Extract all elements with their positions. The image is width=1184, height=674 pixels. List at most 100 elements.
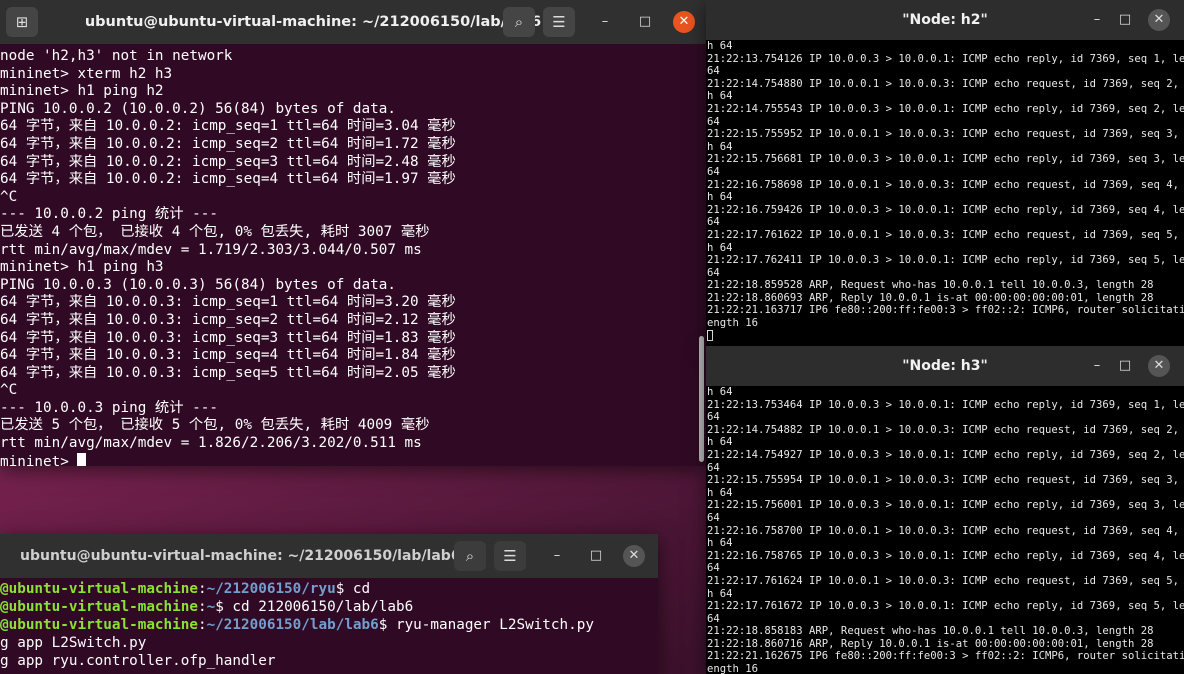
search-icon[interactable]: ⌕ bbox=[503, 7, 535, 37]
terminal-line: --- 10.0.0.3 ping 统计 --- bbox=[0, 399, 218, 416]
window-title: ubuntu@ubuntu-virtual-machine: ~/2120061… bbox=[20, 548, 461, 564]
terminal-line: PING 10.0.0.3 (10.0.0.3) 56(84) bytes of… bbox=[0, 276, 396, 293]
xterm-node-h3-window[interactable]: "Node: h3" – □ ✕ h 64 21:22:13.753464 IP … bbox=[706, 346, 1184, 674]
terminal-line: --- 10.0.0.2 ping 统计 --- bbox=[0, 206, 218, 223]
terminal-line: mininet> xterm h2 h3 bbox=[0, 65, 173, 82]
prompt-command: $ ryu-manager L2Switch.py bbox=[378, 617, 594, 633]
ryu-terminal-window[interactable]: ubuntu@ubuntu-virtual-machine: ~/2120061… bbox=[0, 534, 658, 674]
tcpdump-line: 21:22:16.758700 IP 10.0.0.1 > 10.0.0.3: … bbox=[707, 524, 1184, 537]
prompt-sep: : bbox=[197, 581, 207, 597]
new-tab-icon[interactable]: ⊞ bbox=[6, 7, 38, 37]
tcpdump-line: 21:22:18.859528 ARP, Request who-has 10.… bbox=[707, 279, 1154, 292]
prompt-sep: : bbox=[197, 599, 207, 615]
terminal-prompt-line: mininet> bbox=[0, 452, 706, 466]
tcpdump-line: 21:22:16.759426 IP 10.0.0.3 > 10.0.0.1: … bbox=[707, 203, 1184, 216]
tcpdump-line: h 64 bbox=[707, 386, 733, 398]
terminal-line: ^C bbox=[0, 382, 18, 399]
terminal-output[interactable]: @ubuntu-virtual-machine:~/212006150/ryu$… bbox=[0, 578, 658, 670]
tcpdump-line: 21:22:17.761672 IP 10.0.0.3 > 10.0.0.1: … bbox=[707, 600, 1184, 613]
text-cursor bbox=[707, 329, 713, 341]
terminal-line: g app L2Switch.py bbox=[0, 634, 658, 652]
terminal-line: rtt min/avg/max/mdev = 1.826/2.206/3.202… bbox=[0, 435, 422, 452]
hamburger-menu-icon[interactable]: ☰ bbox=[543, 7, 575, 37]
terminal-output[interactable]: node 'h2,h3' not in network mininet> xter… bbox=[0, 44, 706, 466]
tcpdump-line: 64 bbox=[707, 511, 720, 524]
tcpdump-line: 64 bbox=[707, 216, 720, 229]
minimize-icon[interactable]: – bbox=[1086, 9, 1108, 31]
terminal-line: 64 字节，来自 10.0.0.3: icmp_seq=1 ttl=64 时间=… bbox=[0, 294, 456, 311]
close-icon[interactable]: ✕ bbox=[1148, 355, 1170, 377]
tcpdump-line: h 64 bbox=[707, 486, 733, 499]
terminal-line: 64 字节，来自 10.0.0.3: icmp_seq=5 ttl=64 时间=… bbox=[0, 364, 456, 381]
tcpdump-line: 21:22:15.756001 IP 10.0.0.3 > 10.0.0.1: … bbox=[707, 499, 1184, 512]
maximize-icon[interactable]: □ bbox=[1114, 355, 1136, 377]
window-title: "Node: h3" bbox=[902, 358, 988, 374]
search-icon[interactable]: ⌕ bbox=[454, 541, 486, 571]
tcpdump-output[interactable]: h 64 21:22:13.754126 IP 10.0.0.3 > 10.0.0… bbox=[706, 40, 1184, 342]
window-title: "Node: h2" bbox=[902, 12, 988, 28]
close-icon[interactable]: ✕ bbox=[623, 545, 645, 567]
prompt-path: ~/212006150/lab/lab6 bbox=[206, 617, 379, 633]
tcpdump-line: h 64 bbox=[707, 241, 733, 254]
tcpdump-line: 21:22:14.754882 IP 10.0.0.1 > 10.0.0.3: … bbox=[707, 423, 1184, 436]
tcpdump-line: 21:22:14.754927 IP 10.0.0.3 > 10.0.0.1: … bbox=[707, 448, 1184, 461]
tcpdump-output[interactable]: h 64 21:22:13.753464 IP 10.0.0.3 > 10.0.0… bbox=[706, 386, 1184, 674]
terminal-line: 64 字节，来自 10.0.0.2: icmp_seq=2 ttl=64 时间=… bbox=[0, 135, 456, 152]
tcpdump-line: 64 bbox=[707, 115, 720, 128]
minimize-icon[interactable]: – bbox=[546, 545, 568, 567]
xterm-node-h2-window[interactable]: "Node: h2" – □ ✕ h 64 21:22:13.754126 IP … bbox=[706, 0, 1184, 346]
close-icon[interactable]: ✕ bbox=[673, 11, 695, 33]
prompt-user: @ubuntu-virtual-machine bbox=[0, 599, 198, 615]
tcpdump-line: 21:22:18.860693 ARP, Reply 10.0.0.1 is-a… bbox=[707, 291, 1154, 304]
tcpdump-line: 21:22:13.754126 IP 10.0.0.3 > 10.0.0.1: … bbox=[707, 52, 1184, 65]
tcpdump-line: 21:22:18.860716 ARP, Reply 10.0.0.1 is-a… bbox=[707, 637, 1154, 650]
scrollbar[interactable] bbox=[699, 336, 704, 462]
tcpdump-line: h 64 bbox=[707, 140, 733, 153]
tcpdump-line: 64 bbox=[707, 461, 720, 474]
tcpdump-line: 64 bbox=[707, 65, 720, 78]
tcpdump-line: 21:22:17.762411 IP 10.0.0.3 > 10.0.0.1: … bbox=[707, 254, 1184, 267]
tcpdump-line: h 64 bbox=[707, 537, 733, 550]
xterm-titlebar[interactable]: "Node: h2" – □ ✕ bbox=[706, 0, 1184, 40]
tcpdump-line: 64 bbox=[707, 612, 720, 625]
tcpdump-line: 64 bbox=[707, 165, 720, 178]
terminal-titlebar[interactable]: ⊞ ubuntu@ubuntu-virtual-machine: ~/21200… bbox=[0, 0, 706, 44]
prompt-command: $ cd 212006150/lab/lab6 bbox=[215, 599, 414, 615]
maximize-icon[interactable]: □ bbox=[634, 11, 656, 33]
minimize-icon[interactable]: – bbox=[1086, 355, 1108, 377]
terminal-line: 64 字节，来自 10.0.0.3: icmp_seq=2 ttl=64 时间=… bbox=[0, 311, 456, 328]
tcpdump-line: h 64 bbox=[707, 90, 733, 103]
terminal-titlebar[interactable]: ubuntu@ubuntu-virtual-machine: ~/2120061… bbox=[0, 534, 658, 578]
prompt-path: ~ bbox=[206, 599, 216, 615]
terminal-line: rtt min/avg/max/mdev = 1.719/2.303/3.044… bbox=[0, 241, 422, 258]
terminal-line: node 'h2,h3' not in network bbox=[0, 48, 233, 64]
hamburger-menu-icon[interactable]: ☰ bbox=[494, 541, 526, 571]
terminal-line: 64 字节，来自 10.0.0.2: icmp_seq=4 ttl=64 时间=… bbox=[0, 171, 456, 188]
maximize-icon[interactable]: □ bbox=[1114, 9, 1136, 31]
prompt-user: @ubuntu-virtual-machine bbox=[0, 617, 198, 633]
terminal-line: @ubuntu-virtual-machine:~/212006150/ryu$… bbox=[0, 580, 658, 598]
tcpdump-line: h 64 bbox=[707, 191, 733, 204]
tcpdump-line: h 64 bbox=[707, 40, 733, 52]
maximize-icon[interactable]: □ bbox=[585, 545, 607, 567]
terminal-line: mininet> h1 ping h2 bbox=[0, 83, 164, 100]
tcpdump-line: 21:22:14.754880 IP 10.0.0.1 > 10.0.0.3: … bbox=[707, 77, 1184, 90]
minimize-icon[interactable]: – bbox=[594, 11, 616, 33]
prompt-text: mininet> bbox=[0, 453, 78, 466]
tcpdump-line: ength 16 bbox=[707, 317, 759, 330]
tcpdump-line: h 64 bbox=[707, 436, 733, 449]
tcpdump-line: 21:22:15.756681 IP 10.0.0.3 > 10.0.0.1: … bbox=[707, 153, 1184, 166]
terminal-line: 64 字节，来自 10.0.0.3: icmp_seq=3 ttl=64 时间=… bbox=[0, 329, 456, 346]
tcpdump-line: 21:22:21.163717 IP6 fe80::200:ff:fe00:3 … bbox=[707, 304, 1184, 317]
mininet-terminal-window[interactable]: ⊞ ubuntu@ubuntu-virtual-machine: ~/21200… bbox=[0, 0, 706, 466]
tcpdump-line: 21:22:16.758765 IP 10.0.0.3 > 10.0.0.1: … bbox=[707, 549, 1184, 562]
tcpdump-line: 21:22:18.858183 ARP, Request who-has 10.… bbox=[707, 625, 1154, 638]
xterm-cursor-line bbox=[707, 329, 1184, 343]
terminal-line: ^C bbox=[0, 188, 18, 205]
terminal-line: @ubuntu-virtual-machine:~/212006150/lab/… bbox=[0, 616, 658, 634]
terminal-line: 64 字节，来自 10.0.0.3: icmp_seq=4 ttl=64 时间=… bbox=[0, 347, 456, 364]
close-icon[interactable]: ✕ bbox=[1148, 9, 1170, 31]
tcpdump-line: 21:22:13.753464 IP 10.0.0.3 > 10.0.0.1: … bbox=[707, 398, 1184, 411]
tcpdump-line: 64 bbox=[707, 411, 720, 424]
xterm-titlebar[interactable]: "Node: h3" – □ ✕ bbox=[706, 346, 1184, 386]
